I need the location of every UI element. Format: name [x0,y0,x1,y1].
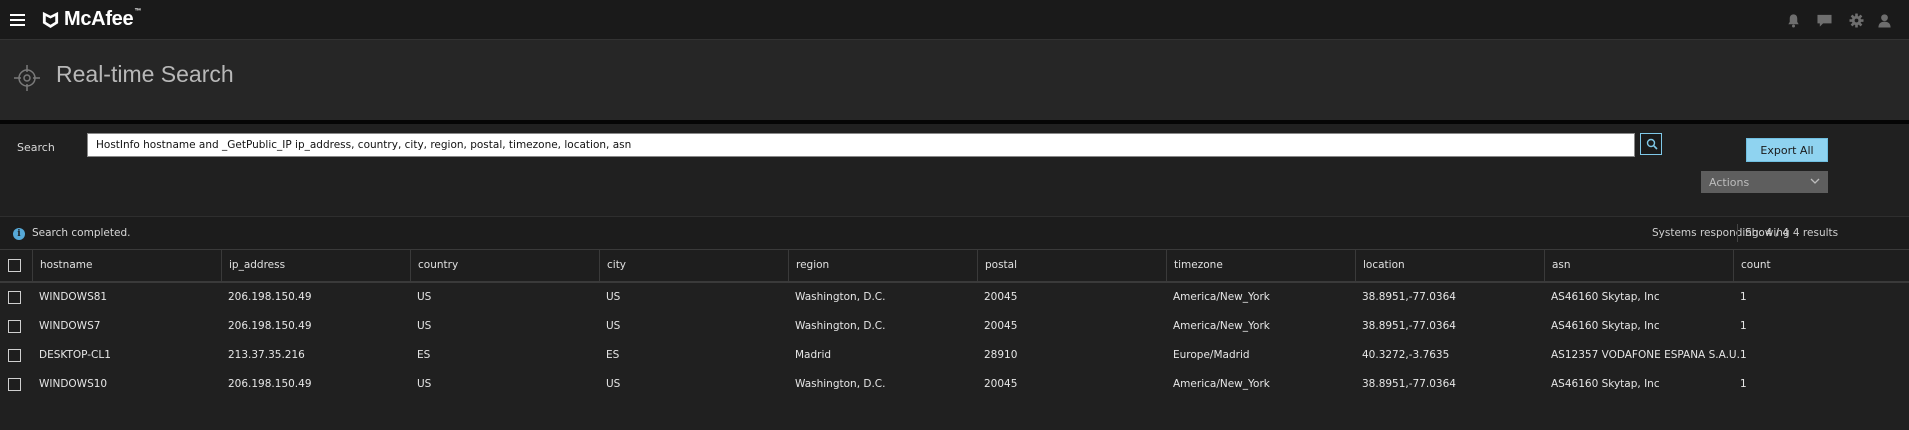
cell-asn: AS12357 VODAFONE ESPANA S.A.U. [1551,349,1740,361]
page-title: Real-time Search [56,61,234,87]
select-all-checkbox[interactable] [8,259,21,272]
row-checkbox[interactable] [8,349,21,362]
export-all-button[interactable]: Export All [1746,138,1828,162]
cell-ip-address: 213.37.35.216 [228,349,305,361]
cell-asn: AS46160 Skytap, Inc [1551,320,1660,332]
cell-asn: AS46160 Skytap, Inc [1551,291,1660,303]
cell-region: Washington, D.C. [795,320,886,332]
cell-region: Madrid [795,349,832,361]
cell-hostname: WINDOWS7 [39,320,101,332]
cell-city: US [606,378,621,390]
cell-region: Washington, D.C. [795,291,886,303]
status-message: Search completed. [32,227,131,239]
status-bar: i Search completed. Systems responding: … [0,216,1909,249]
search-label: Search [17,141,55,154]
brand-name: McAfee [64,8,134,30]
cell-hostname: DESKTOP-CL1 [39,349,111,361]
cell-postal: 20045 [984,378,1018,390]
column-header-location[interactable]: location [1355,250,1544,282]
column-header-ip-address[interactable]: ip_address [221,250,410,282]
cell-city: ES [606,349,620,361]
search-input[interactable] [87,133,1635,157]
results-count: Showing 4 results [1745,227,1839,239]
table-row[interactable]: WINDOWS7 206.198.150.49 US US Washington… [0,313,1909,342]
cell-country: US [417,291,432,303]
column-header-city[interactable]: city [599,250,788,282]
cell-timezone: Europe/Madrid [1173,349,1250,361]
cell-postal: 20045 [984,291,1018,303]
status-divider [1737,224,1738,242]
magnifier-icon [1646,138,1658,150]
user-icon[interactable] [1877,13,1892,28]
search-panel: Search Export All Actions [0,124,1909,216]
table-row[interactable]: WINDOWS81 206.198.150.49 US US Washingto… [0,284,1909,313]
cell-country: ES [417,349,431,361]
cell-location: 38.8951,-77.0364 [1362,378,1456,390]
column-header-postal[interactable]: postal [977,250,1166,282]
cell-count: 1 [1740,320,1747,332]
brand-reg-mark: ™ [134,8,142,15]
cell-ip-address: 206.198.150.49 [228,378,312,390]
cell-count: 1 [1740,349,1747,361]
actions-label: Actions [1709,176,1750,189]
gear-icon[interactable] [1849,13,1864,28]
cell-location: 38.8951,-77.0364 [1362,291,1456,303]
chat-icon[interactable] [1816,13,1833,28]
cell-timezone: America/New_York [1173,291,1270,303]
info-icon: i [13,228,25,240]
cell-postal: 28910 [984,349,1018,361]
actions-dropdown[interactable]: Actions [1701,171,1828,193]
cell-timezone: America/New_York [1173,320,1270,332]
mcafee-shield-icon [42,11,59,29]
page-header: Real-time Search [0,40,1909,120]
column-header-region[interactable]: region [788,250,977,282]
menu-icon[interactable] [10,14,25,26]
cell-location: 38.8951,-77.0364 [1362,320,1456,332]
chevron-down-icon [1810,178,1820,184]
top-bar: McAfee™ [0,0,1909,40]
bell-icon[interactable] [1786,13,1801,28]
table-header: hostname ip_address country city region … [0,249,1909,283]
column-header-country[interactable]: country [410,250,599,282]
cell-hostname: WINDOWS10 [39,378,108,390]
brand-logo[interactable]: McAfee™ [64,8,141,31]
cell-region: Washington, D.C. [795,378,886,390]
target-icon [14,65,40,91]
column-header-asn[interactable]: asn [1544,250,1733,282]
cell-count: 1 [1740,291,1747,303]
row-checkbox[interactable] [8,320,21,333]
search-button[interactable] [1640,133,1662,155]
row-checkbox[interactable] [8,291,21,304]
cell-city: US [606,291,621,303]
cell-ip-address: 206.198.150.49 [228,320,312,332]
row-checkbox[interactable] [8,378,21,391]
cell-count: 1 [1740,378,1747,390]
cell-location: 40.3272,-3.7635 [1362,349,1450,361]
table-row[interactable]: WINDOWS10 206.198.150.49 US US Washingto… [0,371,1909,400]
cell-hostname: WINDOWS81 [39,291,108,303]
cell-timezone: America/New_York [1173,378,1270,390]
cell-city: US [606,320,621,332]
cell-asn: AS46160 Skytap, Inc [1551,378,1660,390]
column-header-count[interactable]: count [1733,250,1909,282]
cell-postal: 20045 [984,320,1018,332]
cell-country: US [417,320,432,332]
column-header-hostname[interactable]: hostname [32,250,189,282]
cell-ip-address: 206.198.150.49 [228,291,312,303]
cell-country: US [417,378,432,390]
column-header-timezone[interactable]: timezone [1166,250,1355,282]
table-row[interactable]: DESKTOP-CL1 213.37.35.216 ES ES Madrid 2… [0,342,1909,371]
